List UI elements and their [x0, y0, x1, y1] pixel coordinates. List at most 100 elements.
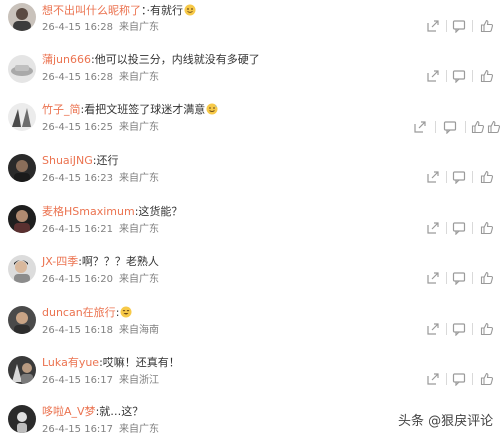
comment-source: 来自浙江 — [119, 375, 160, 386]
comment-source: 来自广东 — [119, 22, 160, 33]
comment-date: 26-4-15 16:28 — [42, 72, 114, 83]
action-divider — [472, 373, 473, 385]
username-link[interactable]: Luka有yue — [42, 356, 99, 369]
comment-date: 26-4-15 16:25 — [42, 122, 114, 133]
action-divider — [446, 373, 447, 385]
smile-emoji — [184, 4, 196, 16]
username-link[interactable]: JX-四季 — [42, 255, 78, 268]
avatar[interactable] — [8, 205, 36, 233]
comment-text: 麦格HSmaximum:这货能？ — [42, 205, 182, 219]
comment-meta: 26-4-15 16:17 来自广东 — [42, 423, 159, 436]
comment-icon[interactable] — [452, 221, 466, 235]
avatar[interactable] — [8, 405, 36, 433]
comment-icon[interactable] — [452, 372, 466, 386]
username-link[interactable]: ShuaiJNG — [42, 154, 93, 167]
comment-body: 啊？？？老熟人 — [81, 255, 159, 268]
avatar[interactable] — [8, 103, 36, 131]
comment-date: 26-4-15 16:17 — [42, 424, 114, 435]
comment-body: 这货能？ — [138, 205, 183, 218]
comment-source: 来自广东 — [119, 274, 160, 285]
like-icon[interactable] — [480, 69, 494, 83]
share-icon[interactable] — [426, 372, 440, 386]
like-icon[interactable] — [480, 271, 494, 285]
username-link[interactable]: duncan在旅行 — [42, 306, 116, 319]
action-divider — [446, 222, 447, 234]
comment-icon[interactable] — [443, 120, 457, 134]
avatar[interactable] — [8, 306, 36, 334]
action-divider — [472, 20, 473, 32]
comment-body: 他可以投三分，内线就没有多硬了 — [94, 53, 260, 66]
comment-meta: 26-4-15 16:28 来自广东 — [42, 21, 159, 34]
share-icon[interactable] — [413, 120, 427, 134]
avatar[interactable] — [8, 356, 36, 384]
avatar[interactable] — [8, 3, 36, 31]
comment-meta: 26-4-15 16:25 来自广东 — [42, 121, 159, 134]
comment-source: 来自广东 — [119, 122, 160, 133]
action-divider — [472, 171, 473, 183]
share-icon[interactable] — [426, 322, 440, 336]
avatar[interactable] — [8, 154, 36, 182]
comment-text: duncan在旅行: — [42, 306, 132, 320]
username-link[interactable]: 哆啦A_V梦 — [42, 405, 96, 418]
comment-actions — [426, 372, 496, 386]
comment-date: 26-4-15 16:18 — [42, 325, 114, 336]
comment-meta: 26-4-15 16:21 来自广东 — [42, 223, 159, 236]
like-icon[interactable] — [480, 170, 494, 184]
like-icon[interactable] — [480, 322, 494, 336]
like-icon[interactable] — [471, 120, 485, 134]
comment-icon[interactable] — [452, 271, 466, 285]
username-link[interactable]: 竹子_简 — [42, 103, 81, 116]
comment-date: 26-4-15 16:20 — [42, 274, 114, 285]
comment-meta: 26-4-15 16:20 来自广东 — [42, 273, 159, 286]
action-divider — [446, 70, 447, 82]
action-divider — [472, 272, 473, 284]
laugh-emoji — [120, 306, 132, 318]
share-icon[interactable] — [426, 170, 440, 184]
comment-actions — [426, 69, 496, 83]
comment-source: 来自广东 — [119, 224, 160, 235]
watermark: 头条 @狠戾评论 — [398, 410, 493, 429]
comment-actions — [426, 271, 496, 285]
comment-meta: 26-4-15 16:18 来自海南 — [42, 324, 159, 337]
like-icon[interactable] — [487, 120, 500, 134]
action-divider — [446, 20, 447, 32]
comment-body: 就…这？ — [99, 405, 144, 418]
share-icon[interactable] — [426, 221, 440, 235]
action-divider — [465, 121, 466, 133]
comment-date: 26-4-15 16:21 — [42, 224, 114, 235]
like-icon[interactable] — [480, 372, 494, 386]
avatar[interactable] — [8, 55, 36, 83]
action-divider — [446, 323, 447, 335]
comment-actions — [413, 120, 500, 134]
watermark-handle: @狠戾评论 — [428, 414, 494, 429]
username-link[interactable]: 想不出叫什么昵称了 — [42, 4, 141, 17]
comment-item: Luka有yue:哎嘛！还真有！ 26-4-15 16:17 来自浙江 — [0, 352, 500, 404]
sweat-smile-emoji — [206, 103, 218, 115]
comment-item: duncan在旅行: 26-4-15 16:18 来自海南 — [0, 302, 500, 354]
comment-item: 麦格HSmaximum:这货能？ 26-4-15 16:21 来自广东 — [0, 201, 500, 253]
action-divider — [446, 272, 447, 284]
share-icon[interactable] — [426, 271, 440, 285]
comment-date: 26-4-15 16:23 — [42, 173, 114, 184]
comment-text: 竹子_简:看把文班签了球迷才满意 — [42, 103, 218, 117]
comment-text: ShuaiJNG:还行 — [42, 154, 118, 168]
username-link[interactable]: 麦格HSmaximum — [42, 205, 135, 218]
share-icon[interactable] — [426, 69, 440, 83]
comment-icon[interactable] — [452, 19, 466, 33]
comment-text: 想不出叫什么昵称了：·有就行 — [42, 4, 196, 18]
comment-icon[interactable] — [452, 170, 466, 184]
comment-source: 来自广东 — [119, 173, 160, 184]
like-icon[interactable] — [480, 19, 494, 33]
comment-source: 来自广东 — [119, 72, 160, 83]
comment-item: JX-四季:啊？？？老熟人 26-4-15 16:20 来自广东 — [0, 251, 500, 303]
username-link[interactable]: 蒲jun666 — [42, 53, 91, 66]
comment-icon[interactable] — [452, 69, 466, 83]
share-icon[interactable] — [426, 19, 440, 33]
action-divider — [472, 222, 473, 234]
comment-item: 想不出叫什么昵称了：·有就行 26-4-15 16:28 来自广东 — [0, 0, 500, 52]
action-divider — [472, 70, 473, 82]
like-icon[interactable] — [480, 221, 494, 235]
action-divider — [435, 121, 436, 133]
comment-icon[interactable] — [452, 322, 466, 336]
avatar[interactable] — [8, 255, 36, 283]
